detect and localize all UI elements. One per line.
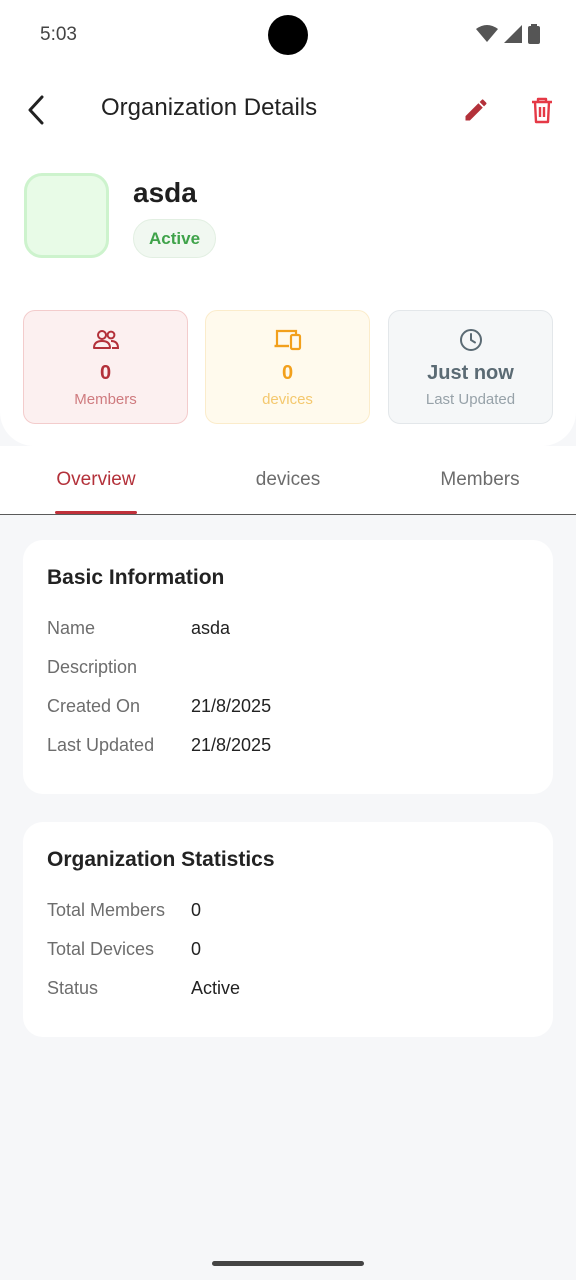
tab-bar: Overview devices Members [0,446,576,515]
tab-overview[interactable]: Overview [0,446,192,513]
camera-cutout [268,15,308,55]
members-stat-value: 0 [99,362,112,384]
last-updated-stat-value: Just now [427,362,514,384]
clock-icon [459,329,482,351]
members-stat-label: Members [74,391,137,408]
org-name: asda [133,177,197,208]
back-arrow-icon [28,95,44,125]
total-members-value: 0 [191,900,202,920]
trash-icon [532,97,552,124]
created-on-label: Created On [47,696,141,716]
status-bar: 5:03 [0,0,576,70]
organization-statistics-card: Organization Statistics Total Members 0 … [23,822,553,1037]
tab-devices[interactable]: devices [192,446,384,513]
name-value: asda [191,618,231,638]
delete-button[interactable] [520,88,564,132]
signal-icon [504,25,522,43]
name-label: Name [47,618,96,638]
total-members-label: Total Members [47,900,166,920]
edit-button[interactable] [454,88,498,132]
last-updated-stat-label: Last Updated [425,391,516,408]
last-updated-value: 21/8/2025 [191,735,272,755]
basic-information-title: Basic Information [47,566,225,589]
edit-pencil-icon [465,99,487,121]
tab-members[interactable]: Members [384,446,576,513]
devices-stat-value: 0 [281,362,294,384]
wifi-icon [476,25,498,42]
home-indicator[interactable] [212,1261,364,1266]
page-title: Organization Details [101,94,318,121]
members-stat-card: 0 Members [23,310,188,424]
basic-information-card: Basic Information Name asda Description … [23,540,553,794]
devices-stat-label: devices [262,391,313,408]
organization-statistics-title: Organization Statistics [47,848,275,871]
status-icons [476,24,540,44]
total-devices-value: 0 [191,939,202,959]
created-on-value: 21/8/2025 [191,696,272,716]
battery-icon [528,24,540,44]
devices-icon [274,329,301,351]
last-updated-label: Last Updated [47,735,155,755]
members-icon [92,330,119,349]
total-devices-label: Total Devices [47,939,155,959]
org-avatar [24,173,109,258]
last-updated-stat-card: Just now Last Updated [388,310,553,424]
status-badge: Active [133,219,217,258]
description-label: Description [47,657,138,677]
active-tab-indicator [55,511,137,514]
status-time: 5:03 [40,24,77,45]
devices-stat-card: 0 devices [205,310,370,424]
status-value: Active [191,978,241,998]
back-button[interactable] [14,88,58,132]
status-label: Status [47,978,99,998]
